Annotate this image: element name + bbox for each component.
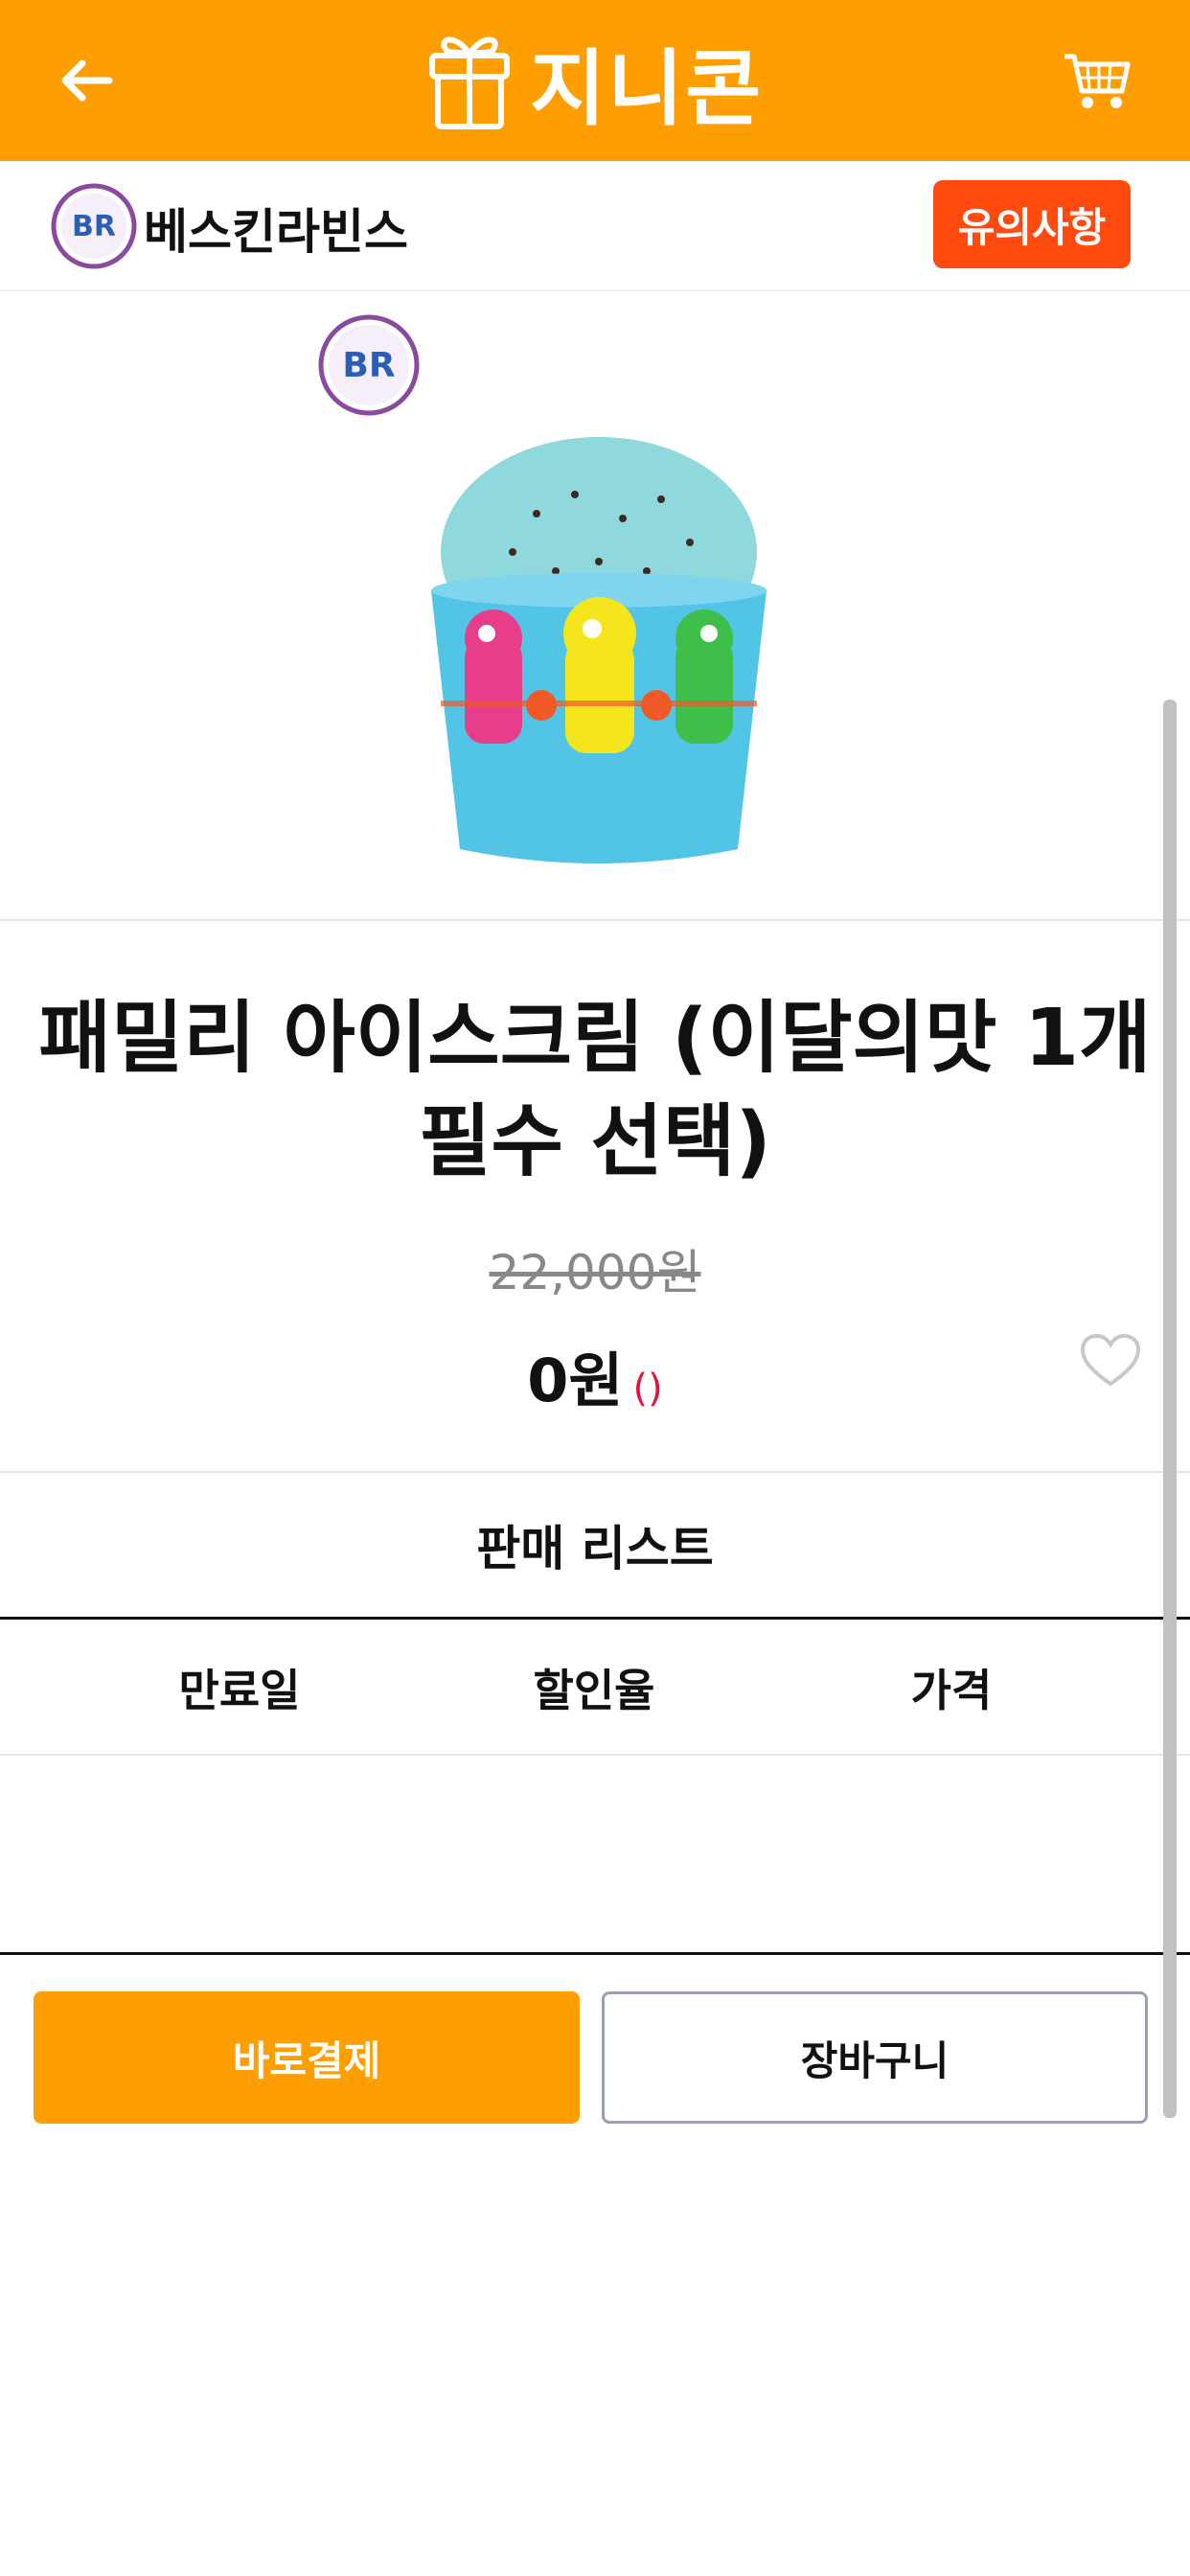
top-bar: 지니콘 bbox=[0, 0, 1190, 161]
notice-button[interactable]: 유의사항 bbox=[933, 180, 1131, 268]
gift-box-icon bbox=[429, 36, 510, 129]
sales-table-header: 만료일 할인율 가격 bbox=[0, 1622, 1190, 1756]
column-discount: 할인율 bbox=[533, 1665, 655, 1716]
arrow-left-icon bbox=[61, 59, 113, 102]
column-expiry: 만료일 bbox=[178, 1665, 301, 1716]
product-image: BR bbox=[0, 293, 1190, 921]
back-button[interactable] bbox=[48, 42, 125, 119]
price-note: () bbox=[632, 1367, 663, 1411]
original-price: 22,000원 bbox=[489, 1245, 701, 1300]
price-row: 0원() bbox=[0, 1332, 1190, 1418]
buy-now-button[interactable]: 바로결제 bbox=[34, 1991, 580, 2124]
product-title: 패밀리 아이스크림 (이달의맛 1개 필수 선택) bbox=[38, 993, 1152, 1187]
svg-text:BR: BR bbox=[342, 346, 395, 385]
scrollbar[interactable] bbox=[1163, 700, 1177, 2118]
cart-button[interactable] bbox=[1054, 38, 1140, 125]
sale-price: 0원 bbox=[527, 1346, 624, 1415]
app-logo[interactable]: 지니콘 bbox=[426, 25, 763, 137]
baskin-robbins-logo: BR bbox=[318, 314, 420, 416]
sales-list-title: 판매 리스트 bbox=[0, 1471, 1190, 1620]
ice-cream-cup-image bbox=[431, 437, 767, 863]
heart-outline-icon[interactable] bbox=[1079, 1332, 1142, 1390]
column-price: 가격 bbox=[910, 1665, 993, 1716]
sales-table-body bbox=[0, 1758, 1190, 1955]
svg-text:BR: BR bbox=[72, 210, 116, 243]
add-to-cart-button[interactable]: 장바구니 bbox=[602, 1991, 1148, 2124]
baskin-robbins-logo: BR bbox=[51, 183, 137, 269]
app-title: 지니콘 bbox=[530, 40, 764, 137]
brand-name: 베스킨라빈스 bbox=[144, 204, 408, 260]
action-bar: 바로결제 장바구니 bbox=[0, 1958, 1190, 2150]
shopping-cart-icon bbox=[1064, 54, 1131, 108]
brand-row: BR 베스킨라빈스 유의사항 bbox=[0, 161, 1190, 291]
